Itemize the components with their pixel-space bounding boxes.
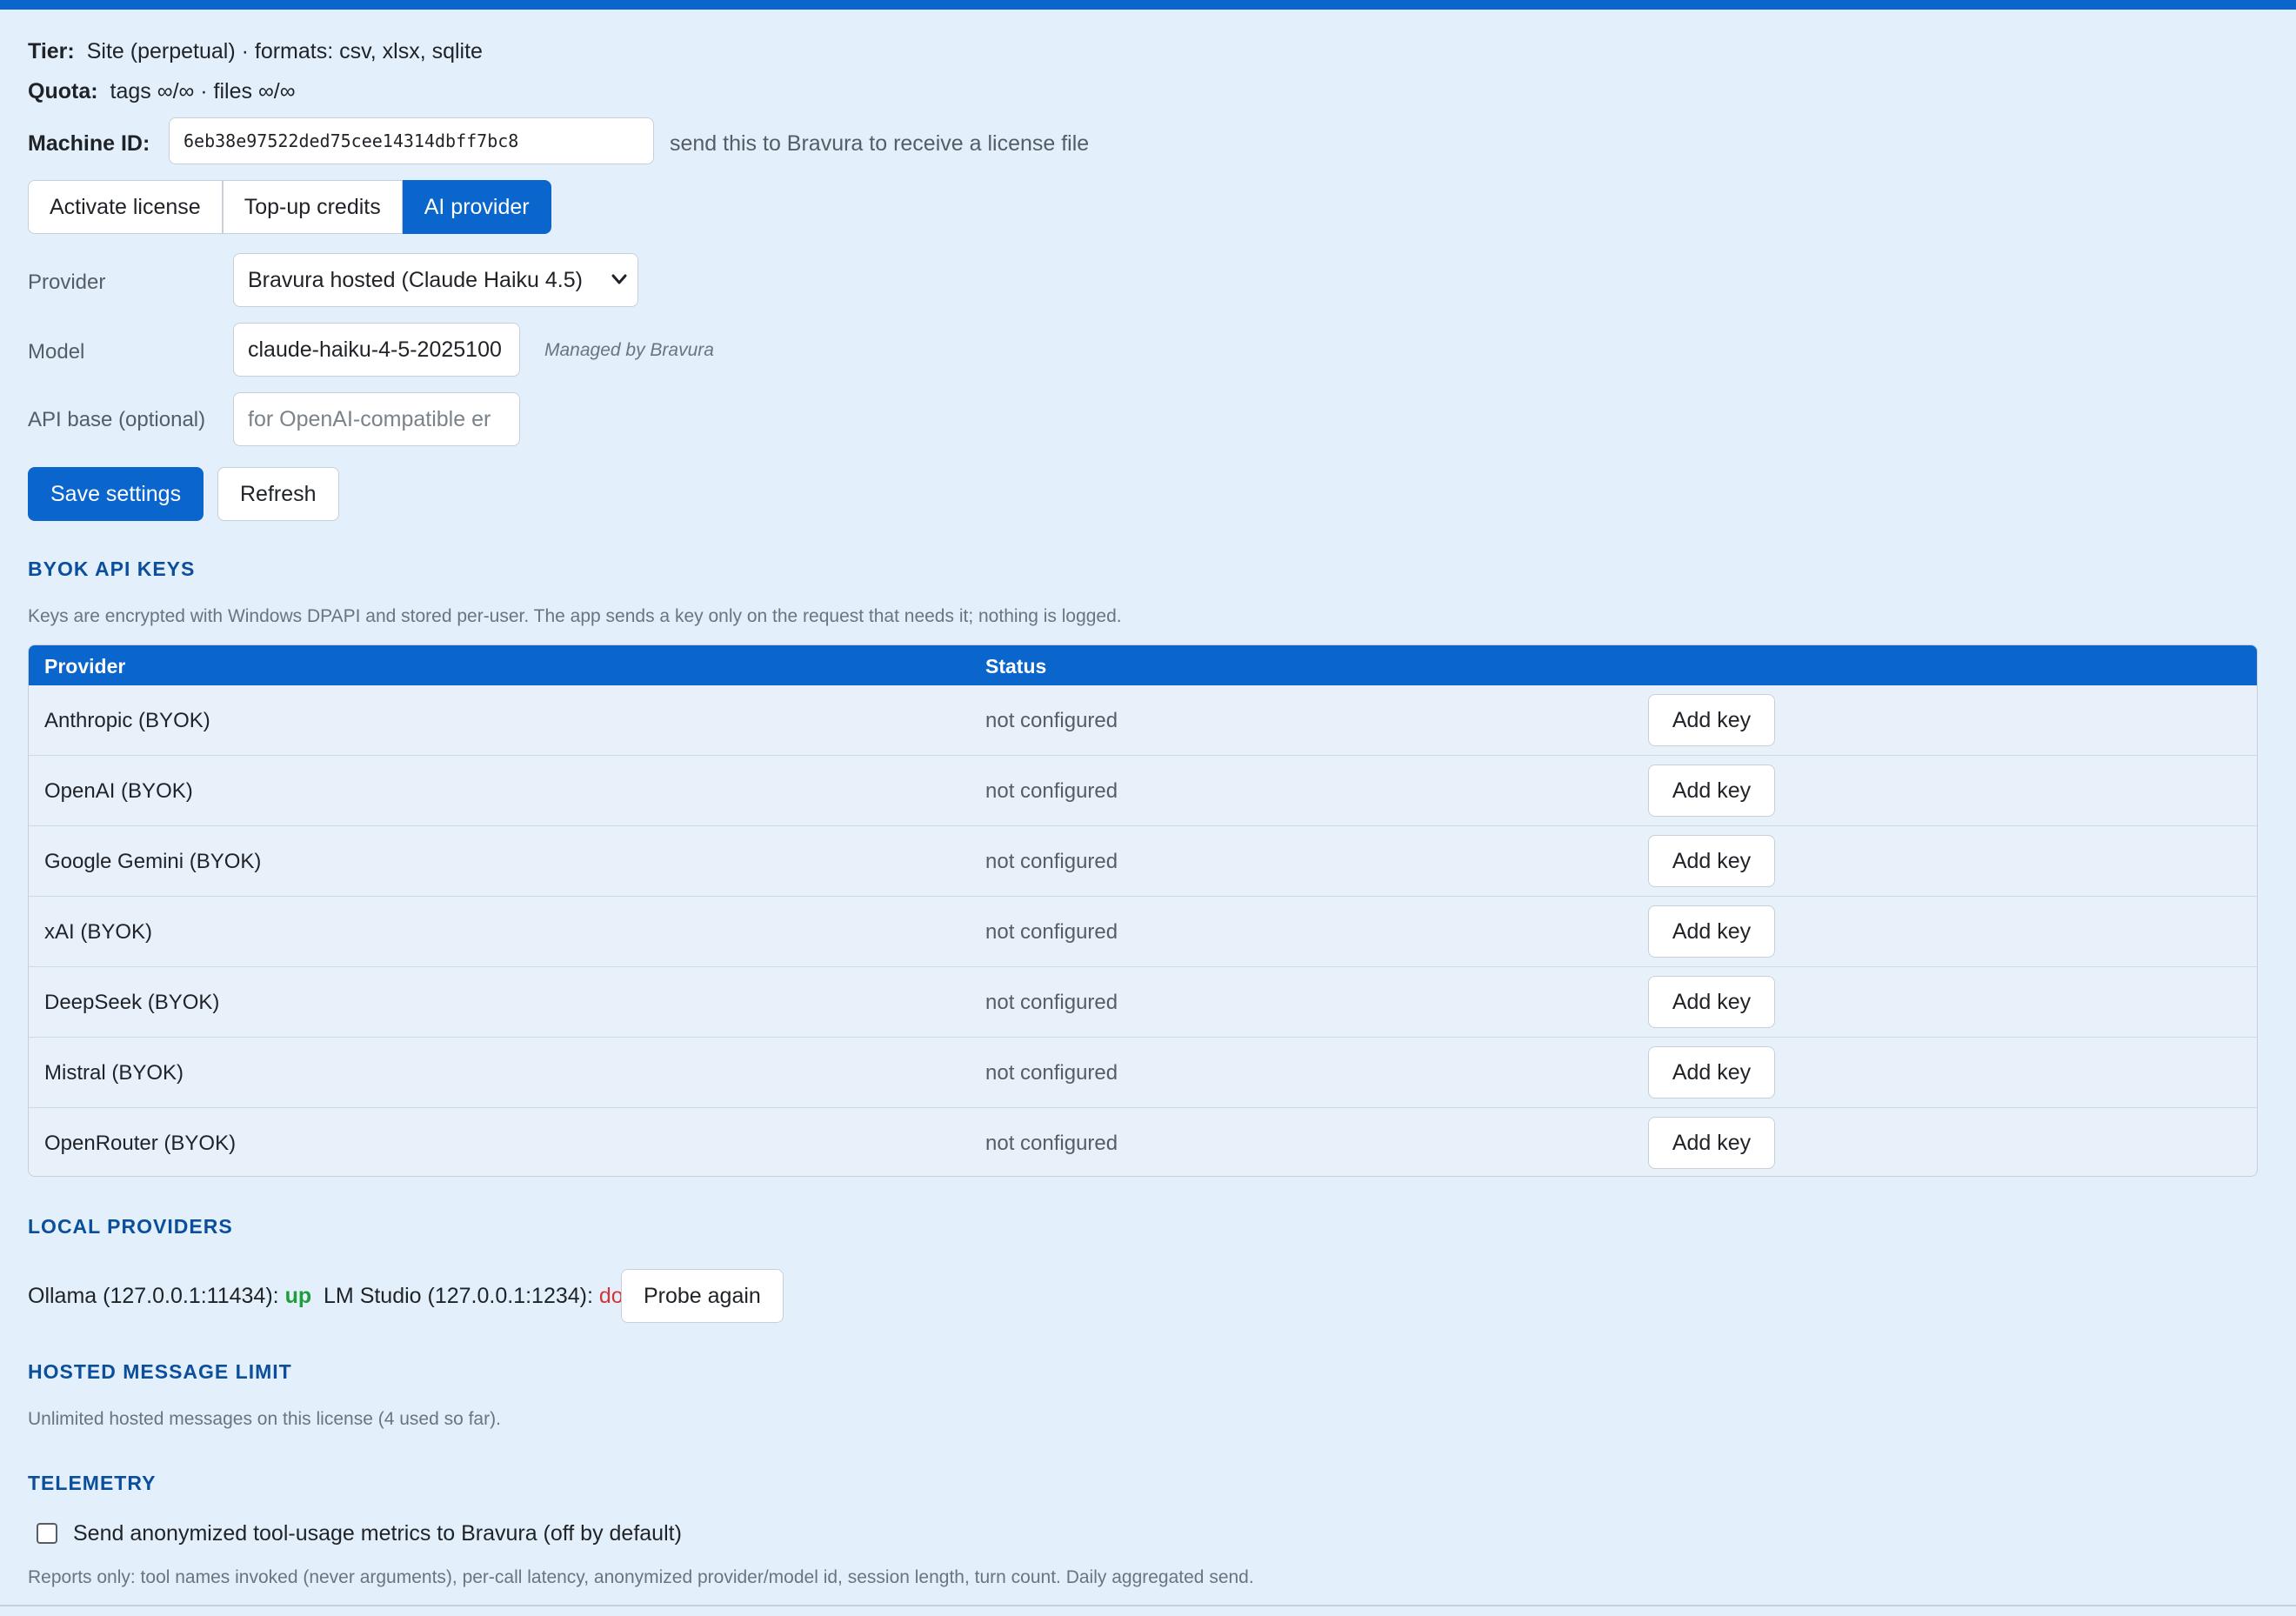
- refresh-button[interactable]: Refresh: [217, 467, 339, 521]
- table-row: Mistral (BYOK) not configured Add key: [29, 1037, 2257, 1107]
- table-row: OpenRouter (BYOK) not configured Add key: [29, 1107, 2257, 1176]
- add-key-button-gemini[interactable]: Add key: [1648, 835, 1775, 887]
- provider-status: not configured: [985, 779, 1118, 803]
- local-providers-status: Ollama (127.0.0.1:11434): up LM Studio (…: [28, 1284, 651, 1309]
- ollama-status: up: [284, 1284, 312, 1308]
- api-base-input[interactable]: for OpenAI-compatible er: [233, 392, 520, 446]
- telemetry-title: TELEMETRY: [28, 1472, 157, 1494]
- table-row: Google Gemini (BYOK) not configured Add …: [29, 825, 2257, 896]
- table-row: xAI (BYOK) not configured Add key: [29, 896, 2257, 966]
- provider-name: OpenRouter (BYOK): [44, 1132, 237, 1155]
- top-accent-bar: [0, 0, 2296, 10]
- table-row: DeepSeek (BYOK) not configured Add key: [29, 966, 2257, 1037]
- provider-status: not configured: [985, 709, 1118, 732]
- table-header: Provider Status: [29, 645, 2257, 685]
- hosted-limit-text: Unlimited hosted messages on this licens…: [28, 1409, 501, 1429]
- model-managed-note: Managed by Bravura: [544, 340, 714, 360]
- table-row: Anthropic (BYOK) not configured Add key: [29, 685, 2257, 755]
- telemetry-checkbox[interactable]: [37, 1523, 57, 1544]
- save-settings-button[interactable]: Save settings: [28, 467, 204, 521]
- add-key-button-xai[interactable]: Add key: [1648, 905, 1775, 958]
- model-label: Model: [28, 340, 85, 364]
- add-key-button-deepseek[interactable]: Add key: [1648, 976, 1775, 1028]
- tab-top-up-credits[interactable]: Top-up credits: [222, 180, 403, 234]
- provider-name: Google Gemini (BYOK): [44, 850, 262, 873]
- provider-name: xAI (BYOK): [44, 920, 153, 944]
- provider-label: Provider: [28, 270, 106, 294]
- byok-description: Keys are encrypted with Windows DPAPI an…: [28, 606, 1122, 626]
- probe-again-button[interactable]: Probe again: [621, 1269, 784, 1323]
- add-key-button-openai[interactable]: Add key: [1648, 765, 1775, 817]
- provider-name: Mistral (BYOK): [44, 1061, 184, 1085]
- quota-value: tags ∞/∞ · files ∞/∞: [110, 79, 296, 104]
- telemetry-note: Reports only: tool names invoked (never …: [28, 1567, 1254, 1587]
- provider-status: not configured: [985, 991, 1118, 1014]
- provider-name: Anthropic (BYOK): [44, 709, 210, 732]
- quota-line: Quota: tags ∞/∞ · files ∞/∞: [28, 79, 296, 104]
- add-key-button-anthropic[interactable]: Add key: [1648, 694, 1775, 746]
- column-header-provider: Provider: [44, 655, 126, 678]
- machine-id-hint: send this to Bravura to receive a licens…: [670, 131, 1090, 156]
- api-base-label: API base (optional): [28, 408, 206, 431]
- machine-id-field[interactable]: 6eb38e97522ded75cee14314dbff7bc8: [169, 117, 654, 164]
- byok-section-title: BYOK API KEYS: [28, 558, 196, 580]
- tier-label: Tier:: [28, 39, 75, 63]
- license-tabs: Activate license Top-up credits AI provi…: [28, 180, 551, 234]
- provider-select[interactable]: Bravura hosted (Claude Haiku 4.5): [233, 253, 638, 307]
- byok-keys-table: Provider Status Anthropic (BYOK) not con…: [28, 644, 2258, 1177]
- column-header-status: Status: [985, 655, 1047, 678]
- provider-status: not configured: [985, 920, 1118, 944]
- add-key-button-openrouter[interactable]: Add key: [1648, 1117, 1775, 1169]
- provider-select-value: Bravura hosted (Claude Haiku 4.5): [248, 268, 583, 292]
- provider-status: not configured: [985, 850, 1118, 873]
- tier-line: Tier: Site (perpetual) · formats: csv, xl…: [28, 39, 483, 64]
- provider-status: not configured: [985, 1132, 1118, 1155]
- hosted-limit-title: HOSTED MESSAGE LIMIT: [28, 1360, 292, 1383]
- model-input[interactable]: claude-haiku-4-5-2025100: [233, 323, 520, 377]
- ollama-label: Ollama (127.0.0.1:11434):: [28, 1284, 279, 1308]
- quota-label: Quota:: [28, 79, 98, 104]
- machine-id-label: Machine ID:: [28, 131, 150, 156]
- provider-status: not configured: [985, 1061, 1118, 1085]
- table-row: OpenAI (BYOK) not configured Add key: [29, 755, 2257, 825]
- telemetry-checkbox-label[interactable]: Send anonymized tool-usage metrics to Br…: [73, 1521, 682, 1546]
- tier-value: Site (perpetual) · formats: csv, xlsx, s…: [86, 39, 483, 63]
- tab-ai-provider[interactable]: AI provider: [402, 180, 551, 234]
- bottom-divider: [0, 1605, 2296, 1606]
- provider-name: DeepSeek (BYOK): [44, 991, 220, 1014]
- chevron-down-icon: [611, 254, 627, 306]
- lmstudio-label: LM Studio (127.0.0.1:1234):: [324, 1284, 593, 1308]
- local-providers-title: LOCAL PROVIDERS: [28, 1215, 233, 1238]
- machine-id-line: Machine ID:: [28, 131, 162, 157]
- tab-activate-license[interactable]: Activate license: [28, 180, 223, 234]
- provider-name: OpenAI (BYOK): [44, 779, 193, 803]
- add-key-button-mistral[interactable]: Add key: [1648, 1046, 1775, 1098]
